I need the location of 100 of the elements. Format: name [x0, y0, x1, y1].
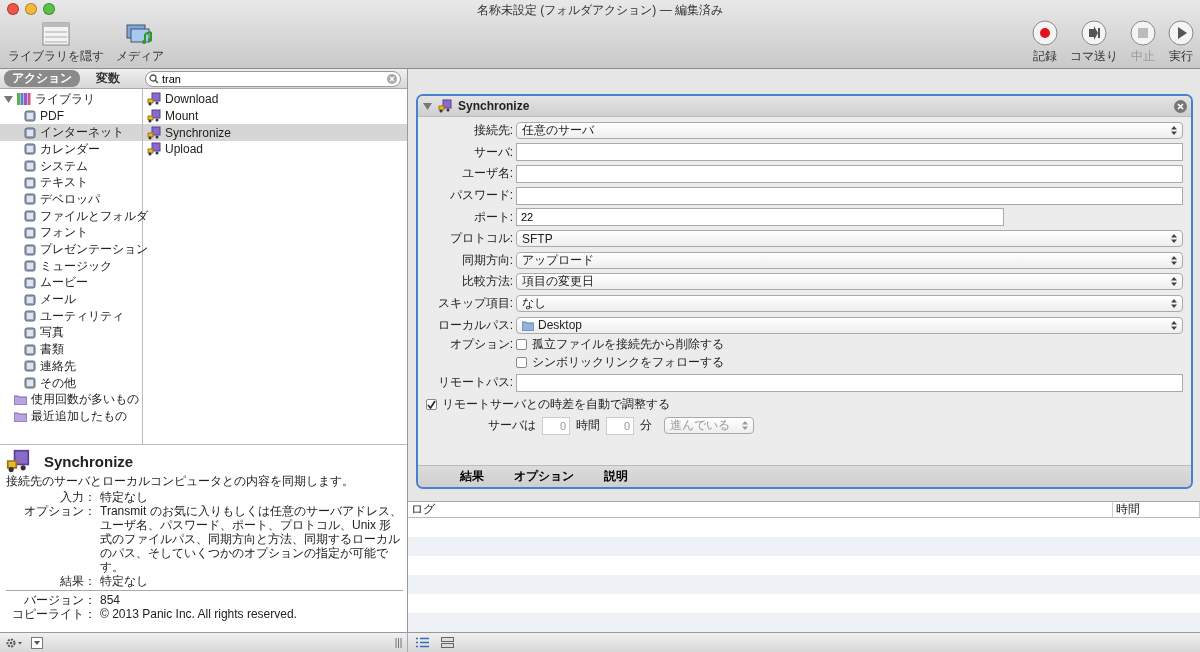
column-header[interactable]: 時間: [1113, 502, 1200, 517]
truck-icon: [6, 449, 30, 473]
smart-group-item[interactable]: 使用回数が多いもの: [0, 391, 142, 409]
toolbar-button[interactable]: メディア: [114, 22, 166, 65]
category-icon: [24, 260, 36, 273]
smart-group-label: 最近追加したもの: [31, 407, 127, 425]
folder-icon: [522, 319, 534, 331]
field-value: 特定なし: [100, 490, 149, 504]
popup-button[interactable]: なし: [516, 295, 1183, 313]
popup-button[interactable]: アップロード: [516, 251, 1183, 269]
popup-button[interactable]: 項目の変更日: [516, 273, 1183, 291]
popup-button[interactable]: Desktop: [516, 316, 1183, 334]
list-view-icon[interactable]: [416, 637, 429, 648]
action-summary: 接続先のサーバとローカルコンピュータとの内容を同期します。: [6, 474, 355, 488]
clear-icon[interactable]: [387, 73, 397, 84]
text-field[interactable]: [516, 186, 1183, 205]
description-toggle-icon[interactable]: [31, 636, 43, 649]
record-icon: [1032, 20, 1058, 46]
category-label: メール: [40, 291, 76, 309]
resize-grip-icon[interactable]: [395, 637, 402, 648]
text-field[interactable]: [516, 165, 1183, 183]
action-item[interactable]: Mount: [143, 107, 407, 125]
smart-folder-icon: [14, 410, 27, 422]
category-item[interactable]: システム: [0, 157, 142, 175]
checkbox[interactable]: 孤立ファイルを接続先から削除する: [516, 336, 724, 354]
disclosure-open-icon[interactable]: [4, 94, 13, 104]
search-icon: [149, 73, 159, 84]
zoom-button[interactable]: [43, 3, 55, 15]
action-label: Mount: [165, 109, 199, 124]
category-item[interactable]: メール: [0, 291, 142, 308]
column-header[interactable]: ログ: [408, 502, 1113, 517]
card-tab[interactable]: 結果: [460, 468, 484, 485]
category-item[interactable]: フォント: [0, 224, 142, 242]
text-field[interactable]: 22: [516, 208, 1004, 227]
action-label: Download: [165, 92, 219, 107]
field-value: 特定なし: [100, 574, 149, 588]
card-tab[interactable]: オプション: [514, 468, 574, 485]
step-icon: [1081, 20, 1107, 46]
action-label: Upload: [165, 142, 204, 157]
category-item[interactable]: 写真: [0, 324, 142, 342]
category-item[interactable]: ユーティリティ: [0, 307, 142, 325]
category-item[interactable]: ミュージック: [0, 257, 142, 275]
field-label: パスワード:: [448, 187, 514, 205]
category-item[interactable]: その他: [0, 374, 142, 392]
updown-icon: [1171, 320, 1177, 330]
field-label: オプション：: [23, 504, 96, 520]
category-icon: [24, 176, 36, 189]
text-field[interactable]: [516, 373, 1183, 392]
category-label: テキスト: [40, 174, 88, 192]
truck-icon: [147, 92, 161, 107]
action-item[interactable]: Download: [143, 91, 407, 108]
stacked-view-icon[interactable]: [441, 637, 454, 648]
media-icon: [125, 22, 155, 46]
tab[interactable]: 変数: [88, 70, 128, 87]
checkmark-icon: [427, 399, 436, 409]
action-item[interactable]: Upload: [143, 141, 407, 158]
field-value: Transmit のお気に入りもしくは任意のサーバアドレス、ユーザ名、パスワード、ポート、プロトコル、Unix 形式のファイルパス、同期方向と方法、同期するローカルのパス、そしていくつかのオプションの指定が可能です。: [100, 504, 403, 574]
category-icon: [24, 210, 36, 223]
minimize-button[interactable]: [25, 3, 37, 15]
category-label: カレンダー: [40, 140, 100, 158]
category-item[interactable]: デベロッパ: [0, 191, 142, 208]
category-icon: [24, 360, 36, 373]
category-label: インターネット: [40, 124, 124, 142]
action-item[interactable]: Synchronize: [143, 124, 407, 142]
text-field[interactable]: [516, 143, 1183, 162]
close-button[interactable]: [7, 3, 19, 15]
category-item[interactable]: ムービー: [0, 274, 142, 292]
category-item[interactable]: テキスト: [0, 174, 142, 192]
field-label: プロトコル:: [448, 230, 514, 248]
category-icon: [24, 276, 36, 289]
field-label: スキップ項目:: [436, 295, 514, 313]
disclosure-open-icon[interactable]: [423, 101, 432, 111]
gear-icon[interactable]: [5, 636, 23, 649]
toolbar-button[interactable]: 実行: [1166, 20, 1196, 65]
category-label: ファイルとフォルダ: [40, 207, 148, 225]
field-label: コピーライト：: [11, 607, 96, 621]
field-label: 同期方向:: [460, 251, 514, 269]
category-item[interactable]: カレンダー: [0, 141, 142, 158]
smart-group-item[interactable]: 最近追加したもの: [0, 408, 142, 425]
category-icon: [24, 226, 36, 239]
search-field[interactable]: tran: [145, 70, 401, 87]
toolbar-button[interactable]: コマ送り: [1068, 20, 1120, 65]
category-item[interactable]: PDF: [0, 107, 142, 125]
checkbox[interactable]: シンボリックリンクをフォローする: [516, 354, 724, 372]
library-item[interactable]: ライブラリ: [0, 91, 142, 108]
field-label: バージョン：: [23, 593, 96, 607]
category-item[interactable]: インターネット: [0, 124, 142, 142]
category-item[interactable]: 連絡先: [0, 358, 142, 375]
category-item[interactable]: 書類: [0, 341, 142, 358]
card-tab[interactable]: 説明: [604, 468, 628, 485]
close-icon[interactable]: [1174, 99, 1187, 113]
checkbox[interactable]: リモートサーバとの時差を自動で調整する: [426, 395, 670, 413]
toolbar-button[interactable]: ライブラリを隠す: [6, 22, 106, 65]
toolbar-button[interactable]: 記録: [1030, 20, 1060, 65]
window-title: 名称未設定 (フォルダアクション) — 編集済み: [476, 2, 724, 19]
offset-label: サーバは: [488, 417, 536, 435]
unit-label: 時間: [576, 417, 600, 435]
popup-button[interactable]: SFTP: [516, 230, 1183, 248]
truck-icon: [147, 125, 161, 140]
popup-button[interactable]: 任意のサーバ: [516, 122, 1183, 140]
